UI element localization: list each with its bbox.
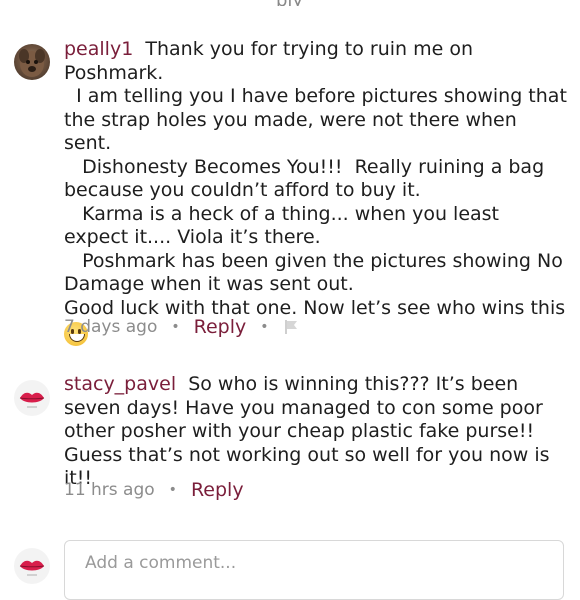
flag-icon[interactable]: [283, 319, 299, 335]
avatar[interactable]: [14, 44, 50, 80]
lips-logo-icon: [19, 560, 45, 576]
comment-username[interactable]: stacy_pavel: [64, 373, 176, 395]
lips-logo-icon: [19, 392, 45, 408]
separator-dot: •: [168, 482, 177, 498]
separator-dot: •: [260, 319, 269, 335]
dog-avatar-icon: [19, 49, 45, 77]
comment-meta: 7 days ago • Reply •: [64, 316, 299, 338]
separator-dot: •: [171, 319, 180, 335]
comment-text: Thank you for trying to ruin me on Poshm…: [64, 38, 567, 319]
previous-content-clipped: ply: [0, 0, 580, 6]
comment-body: peally1 Thank you for trying to ruin me …: [64, 38, 568, 349]
composer-avatar: [14, 548, 50, 584]
reply-button[interactable]: Reply: [194, 316, 247, 338]
reply-button[interactable]: Reply: [191, 479, 244, 501]
comment-meta: 11 hrs ago • Reply: [64, 479, 244, 501]
add-comment-input[interactable]: Add a comment...: [64, 540, 564, 600]
comment-username[interactable]: peally1: [64, 38, 133, 60]
avatar[interactable]: [14, 380, 50, 416]
comment-body: stacy_pavel So who is winning this??? It…: [64, 373, 568, 491]
comment-timestamp: 7 days ago: [64, 317, 158, 337]
comment-timestamp: 11 hrs ago: [64, 480, 155, 500]
